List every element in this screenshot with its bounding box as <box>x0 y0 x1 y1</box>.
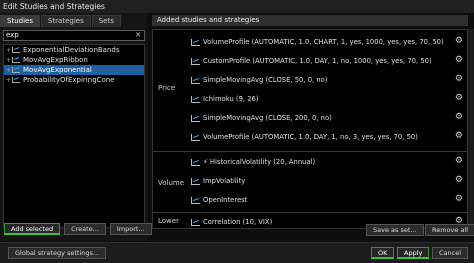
study-chart-icon <box>191 95 200 103</box>
gear-icon[interactable]: ⚙ <box>455 112 463 122</box>
study-row[interactable]: ⚡ HistoricalVolatility (20, Annual) <box>191 155 315 169</box>
study-row[interactable]: Ichimoku (9, 26) <box>191 92 259 106</box>
study-chart-icon <box>191 38 200 46</box>
study-chart-icon <box>12 77 20 83</box>
study-row[interactable]: Correlation (10, VIX) <box>191 215 272 229</box>
study-chart-icon <box>191 114 200 122</box>
study-row[interactable]: ImpVolatility <box>191 174 245 188</box>
apply-button[interactable]: Apply <box>397 247 430 259</box>
study-chart-icon <box>191 57 200 65</box>
gear-icon[interactable]: ⚙ <box>455 93 463 103</box>
volume-group: Volume ⚡ HistoricalVolatility (20, Annua… <box>153 153 467 213</box>
study-chart-icon <box>191 158 200 166</box>
import-button[interactable]: Import... <box>109 223 152 235</box>
study-chart-icon <box>191 76 200 84</box>
study-row[interactable]: SimpleMovingAvg (CLOSE, 50, 0, no) <box>191 73 327 87</box>
library-tabs: Studies Strategies Sets <box>0 15 122 27</box>
study-chart-icon <box>12 57 20 63</box>
study-chart-icon <box>191 177 200 185</box>
tab-strategies[interactable]: Strategies <box>40 15 91 27</box>
group-label-lower: Lower <box>158 217 179 225</box>
gear-icon[interactable]: ⚙ <box>455 36 463 46</box>
list-item-selected[interactable]: + MovAvgExponential <box>4 65 144 75</box>
lightning-icon: ⚡ <box>203 158 208 166</box>
study-chart-icon <box>12 47 20 53</box>
create-button[interactable]: Create... <box>64 223 106 235</box>
study-row-label: VolumeProfile (AUTOMATIC, 1.0, DAY, 1, n… <box>203 133 418 141</box>
list-item-label: ExponentialDeviationBands <box>23 46 120 54</box>
study-chart-icon <box>12 67 20 73</box>
study-row-label: Ichimoku (9, 26) <box>203 95 259 103</box>
added-studies-header: Added studies and strategies <box>152 15 468 26</box>
study-row-label: ImpVolatility <box>203 177 246 185</box>
gear-icon[interactable]: ⚙ <box>455 74 463 84</box>
search-input[interactable]: exp ✕ <box>3 30 145 41</box>
list-item[interactable]: + ExponentialDeviationBands <box>4 45 144 55</box>
gear-icon[interactable]: ⚙ <box>455 55 463 65</box>
added-studies-panel: Added studies and strategies Price Volum… <box>152 13 474 241</box>
study-row[interactable]: SimpleMovingAvg (CLOSE, 200, 0, no) <box>191 111 332 125</box>
dialog-footer: Global strategy settings... OK Apply Can… <box>0 242 474 263</box>
list-item-label: MovAvgExpRibbon <box>23 56 88 64</box>
remove-all-button[interactable]: Remove all <box>425 224 474 236</box>
price-group: Price VolumeProfile (AUTOMATIC, 1.0, CHA… <box>153 30 467 152</box>
study-row-label: VolumeProfile (AUTOMATIC, 1.0, CHART, 1,… <box>203 38 444 46</box>
study-chart-icon <box>191 196 200 204</box>
gear-icon[interactable]: ⚙ <box>455 156 463 166</box>
gear-icon[interactable]: ⚙ <box>455 175 463 185</box>
study-chart-icon <box>191 218 200 226</box>
scrollbar[interactable] <box>468 29 474 229</box>
group-label-volume: Volume <box>158 179 185 187</box>
group-label-price: Price <box>158 84 176 92</box>
list-item[interactable]: + ProbabilityOfExpiringCone <box>4 75 144 85</box>
list-item-label: ProbabilityOfExpiringCone <box>23 76 115 84</box>
study-row[interactable]: VolumeProfile (AUTOMATIC, 1.0, DAY, 1, n… <box>191 130 418 144</box>
study-row-label: SimpleMovingAvg (CLOSE, 50, 0, no) <box>203 76 328 84</box>
list-item-label: MovAvgExponential <box>23 66 92 74</box>
search-input-value: exp <box>6 31 19 39</box>
library-buttons: Add selected Create... Import... <box>0 223 152 237</box>
study-row-label: CustomProfile (AUTOMATIC, 1.0, DAY, 1, n… <box>203 57 432 65</box>
study-row[interactable]: VolumeProfile (AUTOMATIC, 1.0, CHART, 1,… <box>191 35 444 49</box>
tab-studies[interactable]: Studies <box>0 15 40 27</box>
study-row[interactable]: CustomProfile (AUTOMATIC, 1.0, DAY, 1, n… <box>191 54 432 68</box>
save-as-set-button[interactable]: Save as set... <box>366 224 424 236</box>
gear-icon[interactable]: ⚙ <box>455 131 463 141</box>
study-row[interactable]: OpenInterest <box>191 193 247 207</box>
global-strategy-settings-button[interactable]: Global strategy settings... <box>8 247 107 259</box>
study-row-label: HistoricalVolatility (20, Annual) <box>209 158 316 166</box>
ok-button[interactable]: OK <box>371 247 395 259</box>
study-row-label: OpenInterest <box>203 196 248 204</box>
study-chart-icon <box>191 133 200 141</box>
added-studies-list: Price VolumeProfile (AUTOMATIC, 1.0, CHA… <box>152 29 468 229</box>
study-row-label: SimpleMovingAvg (CLOSE, 200, 0, no) <box>203 114 332 122</box>
add-selected-button[interactable]: Add selected <box>4 223 61 235</box>
studies-list: + ExponentialDeviationBands + MovAvgExpR… <box>3 44 145 228</box>
list-item[interactable]: + MovAvgExpRibbon <box>4 55 144 65</box>
studies-library-panel: Studies Strategies Sets exp ✕ + Exponent… <box>0 13 147 241</box>
clear-search-icon[interactable]: ✕ <box>135 31 141 40</box>
tab-sets[interactable]: Sets <box>91 15 121 27</box>
gear-icon[interactable]: ⚙ <box>455 194 463 204</box>
cancel-button[interactable]: Cancel <box>432 247 469 259</box>
window-title: Edit Studies and Strategies <box>0 0 474 13</box>
study-row-label: Correlation (10, VIX) <box>203 218 273 226</box>
